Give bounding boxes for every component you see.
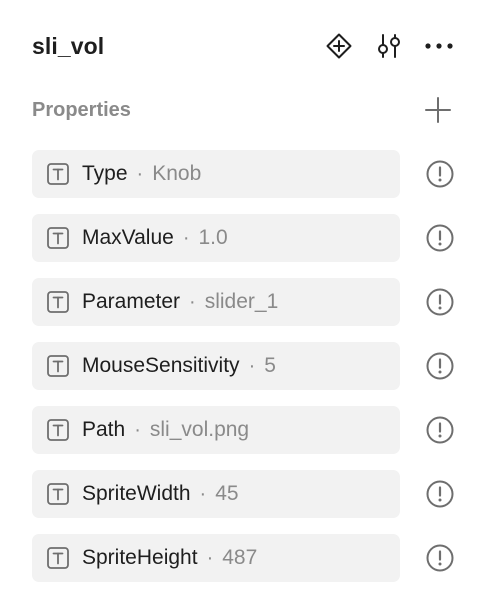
property-value: 5 <box>264 354 276 377</box>
text-type-icon <box>46 162 70 186</box>
property-separator: · <box>182 226 190 249</box>
warning-circle-icon <box>426 544 454 572</box>
more-button[interactable] <box>419 26 459 66</box>
property-separator: · <box>134 418 141 441</box>
property-name: Parameter <box>82 290 181 313</box>
warning-circle-icon <box>426 416 454 444</box>
property-separator: · <box>189 290 196 313</box>
property-warning-button[interactable] <box>424 478 456 510</box>
property-value: slider_1 <box>204 290 279 313</box>
property-row: Path · sli_vol.png <box>32 406 457 454</box>
properties-header: Properties <box>32 88 453 132</box>
property-separator: · <box>206 546 214 569</box>
property-name: Path <box>82 418 126 441</box>
property-separator: · <box>199 482 207 505</box>
property-warning-button[interactable] <box>424 222 456 254</box>
property-item[interactable]: SpriteWidth · 45 <box>32 470 400 518</box>
adjust-button[interactable] <box>369 26 409 66</box>
property-warning-button[interactable] <box>424 414 456 446</box>
property-item[interactable]: Path · sli_vol.png <box>32 406 400 454</box>
warning-circle-icon <box>426 480 454 508</box>
property-row: Type · Knob <box>32 150 457 198</box>
panel-title: sli_vol <box>32 32 105 59</box>
property-separator: · <box>136 162 144 185</box>
property-name: SpriteHeight <box>82 546 198 569</box>
property-value: sli_vol.png <box>149 418 250 441</box>
property-name: MouseSensitivity <box>82 354 240 377</box>
property-value: 487 <box>222 546 258 569</box>
property-separator: · <box>248 354 256 377</box>
adjust-sliders-icon <box>378 34 400 58</box>
property-item[interactable]: Parameter · slider_1 <box>32 278 400 326</box>
panel-header: sli_vol <box>32 22 459 70</box>
property-value: 45 <box>215 482 239 505</box>
property-row: Parameter · slider_1 <box>32 278 457 326</box>
property-name: MaxValue <box>82 226 174 249</box>
text-type-icon <box>46 226 70 250</box>
property-item[interactable]: MouseSensitivity · 5 <box>32 342 400 390</box>
warning-circle-icon <box>426 288 454 316</box>
property-item[interactable]: SpriteHeight · 487 <box>32 534 400 582</box>
property-warning-button[interactable] <box>424 542 456 574</box>
property-name: SpriteWidth <box>82 482 191 505</box>
property-row: SpriteHeight · 487 <box>32 534 457 582</box>
warning-circle-icon <box>426 352 454 380</box>
property-item[interactable]: Type · Knob <box>32 150 400 198</box>
text-type-icon <box>46 354 70 378</box>
property-warning-button[interactable] <box>424 286 456 318</box>
text-type-icon <box>46 290 70 314</box>
component-button[interactable] <box>319 26 359 66</box>
more-dots-icon <box>425 43 453 49</box>
property-row: MaxValue · 1.0 <box>32 214 457 262</box>
property-value: 1.0 <box>198 226 228 249</box>
warning-circle-icon <box>426 160 454 188</box>
property-warning-button[interactable] <box>424 350 456 382</box>
property-row: SpriteWidth · 45 <box>32 470 457 518</box>
text-type-icon <box>46 482 70 506</box>
text-type-icon <box>46 418 70 442</box>
component-diamond-plus-icon <box>326 33 352 59</box>
property-row: MouseSensitivity · 5 <box>32 342 457 390</box>
property-name: Type <box>82 162 128 185</box>
text-type-icon <box>46 546 70 570</box>
property-warning-button[interactable] <box>424 158 456 190</box>
property-item[interactable]: MaxValue · 1.0 <box>32 214 400 262</box>
add-property-button[interactable] <box>423 95 453 125</box>
properties-label: Properties <box>32 98 131 121</box>
property-value: Knob <box>152 162 202 185</box>
warning-circle-icon <box>426 224 454 252</box>
plus-icon <box>425 97 451 123</box>
properties-list: Type · Knob MaxValue · 1.0 Parameter · s… <box>32 150 457 598</box>
